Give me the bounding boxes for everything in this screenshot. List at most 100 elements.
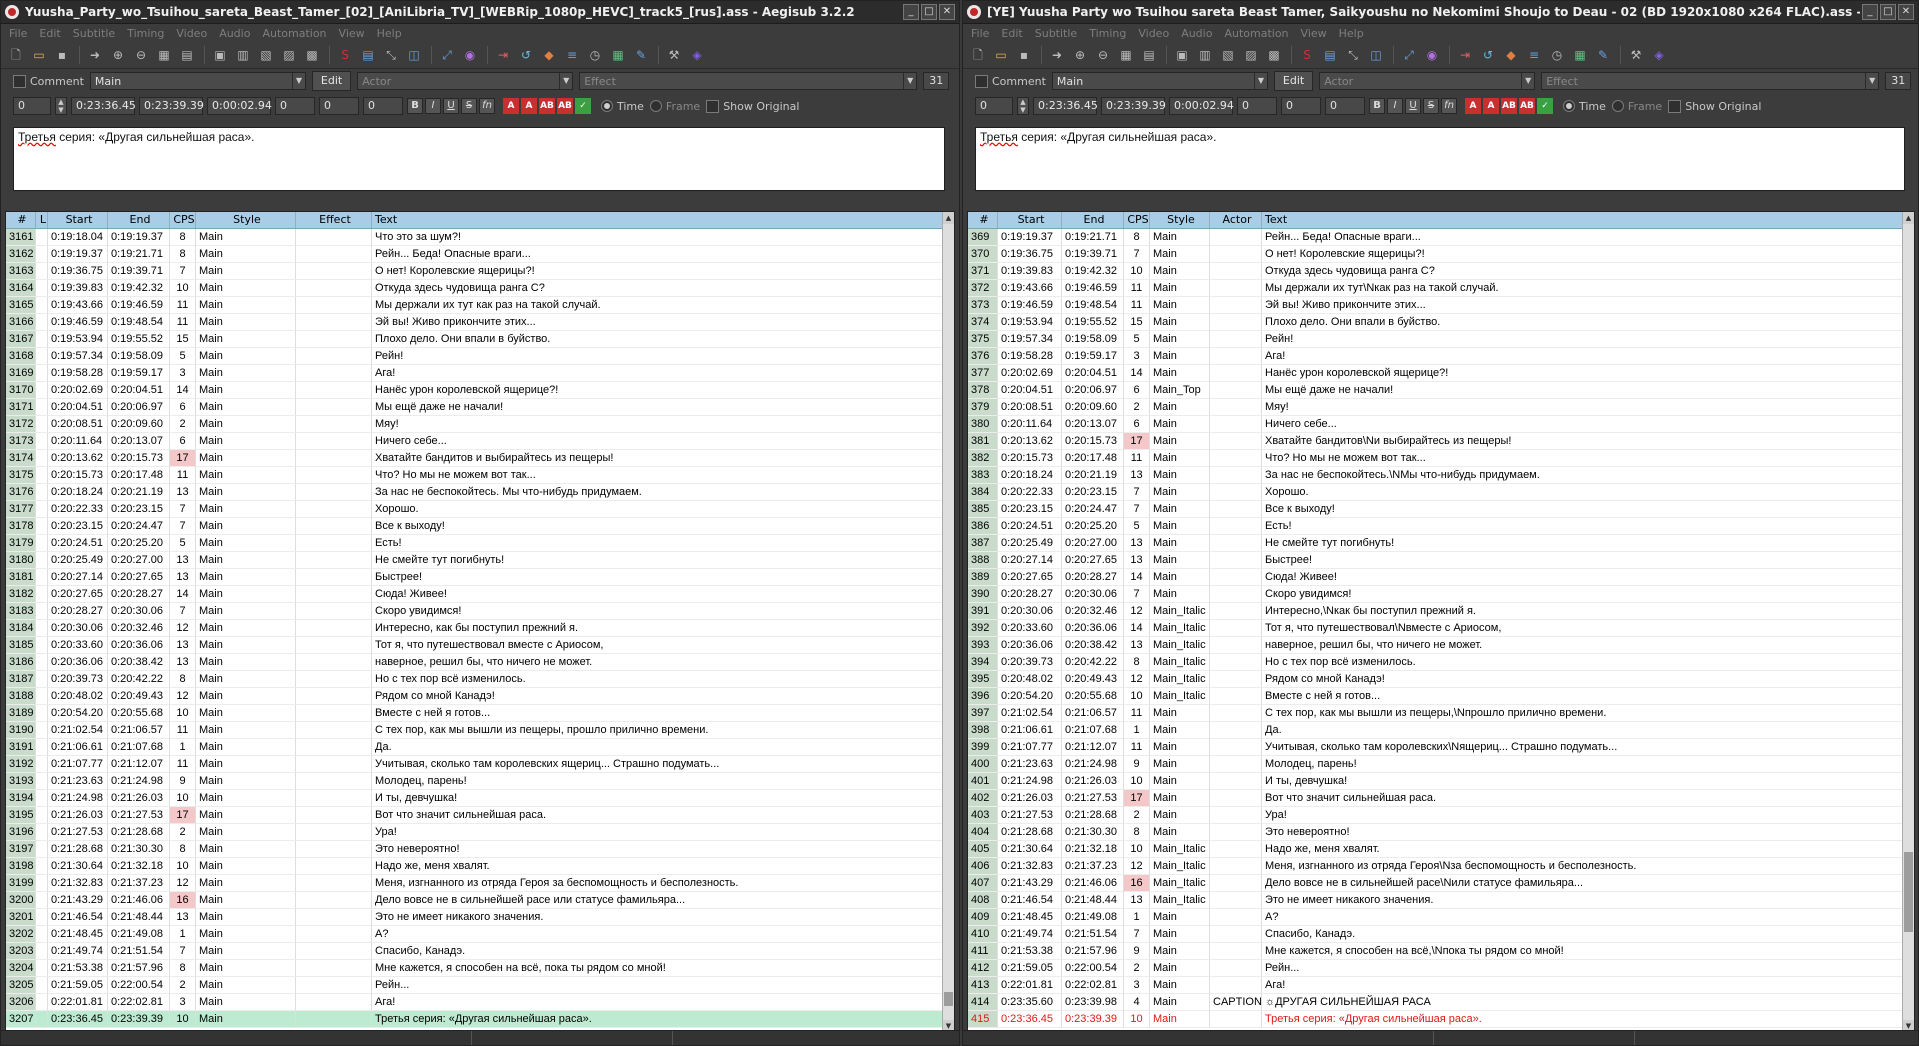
- table-row[interactable]: 390 0:20:28.27 0:20:30.06 7 Main Скоро увидим…: [968, 586, 1914, 603]
- fonts-icon[interactable]: ▩: [303, 46, 321, 64]
- menu-view[interactable]: View: [339, 27, 365, 40]
- find-icon[interactable]: ▤: [359, 46, 377, 64]
- column-header[interactable]: Effect: [296, 212, 372, 228]
- table-row[interactable]: 3205 0:21:59.05 0:22:00.54 2 Main Рейн...: [6, 977, 954, 994]
- layer-field[interactable]: 0: [975, 97, 1013, 115]
- italic-button[interactable]: I: [1387, 98, 1403, 114]
- jump-icon[interactable]: ➜: [1048, 46, 1066, 64]
- table-row[interactable]: 414 0:23:35.60 0:23:39.98 4 Main CAPTION ☼ДРУГ…: [968, 994, 1914, 1011]
- fonts-icon[interactable]: ▩: [1265, 46, 1283, 64]
- menu-file[interactable]: File: [9, 27, 27, 40]
- menu-subtitle[interactable]: Subtitle: [1035, 27, 1077, 40]
- primary-color-button[interactable]: A: [503, 98, 519, 114]
- table-row[interactable]: 396 0:20:54.20 0:20:55.68 10 Main_Italic Вмес…: [968, 688, 1914, 705]
- table-row[interactable]: 403 0:21:27.53 0:21:28.68 2 Main Ура!: [968, 807, 1914, 824]
- table-row[interactable]: 372 0:19:43.66 0:19:46.59 11 Main Мы держали …: [968, 280, 1914, 297]
- effect-combo[interactable]: Effect ▼: [1541, 72, 1880, 90]
- table-row[interactable]: 388 0:20:27.14 0:20:27.65 13 Main Быстрее!: [968, 552, 1914, 569]
- subtitle-text-editor[interactable]: Третья серия: «Другая сильнейшая раса».: [975, 127, 1905, 191]
- table-row[interactable]: 3188 0:20:48.02 0:20:49.43 12 Main Рядом со м…: [6, 688, 954, 705]
- replace-icon[interactable]: ⤡: [382, 46, 400, 64]
- macro-icon[interactable]: ◈: [688, 46, 706, 64]
- margin-left-field[interactable]: 0: [1237, 97, 1277, 115]
- table-row[interactable]: 400 0:21:23.63 0:21:24.98 9 Main Молодец, пар…: [968, 756, 1914, 773]
- properties-icon[interactable]: ▦: [155, 46, 173, 64]
- table-row[interactable]: 411 0:21:53.38 0:21:57.96 9 Main Мне кажется,…: [968, 943, 1914, 960]
- table-row[interactable]: 398 0:21:06.61 0:21:07.68 1 Main Да.: [968, 722, 1914, 739]
- resample-icon[interactable]: ⤢: [1400, 46, 1418, 64]
- find-icon[interactable]: ▤: [1321, 46, 1339, 64]
- audio-icon[interactable]: ▤: [1140, 46, 1158, 64]
- table-row[interactable]: 375 0:19:57.34 0:19:58.09 5 Main Рейн!: [968, 331, 1914, 348]
- zoom-out-icon[interactable]: ⊖: [132, 46, 150, 64]
- margin-right-field[interactable]: 0: [319, 97, 359, 115]
- layer-spinner[interactable]: ▲ ▼: [1017, 97, 1029, 115]
- table-row[interactable]: 408 0:21:46.54 0:21:48.44 13 Main_Italic Это …: [968, 892, 1914, 909]
- outline-color-button[interactable]: AB: [1501, 98, 1517, 114]
- shift-icon[interactable]: ⇥: [1456, 46, 1474, 64]
- shadow-color-button[interactable]: AB: [557, 98, 573, 114]
- table-row[interactable]: 412 0:21:59.05 0:22:00.54 2 Main Рейн...: [968, 960, 1914, 977]
- scroll-up-icon[interactable]: ▲: [1903, 212, 1914, 224]
- clock-icon[interactable]: ◷: [586, 46, 604, 64]
- maximize-button[interactable]: □: [1880, 4, 1896, 20]
- style-combo[interactable]: Main ▼: [1051, 72, 1268, 90]
- end-time-field[interactable]: 0:23:39.39: [1101, 97, 1166, 115]
- lua-icon[interactable]: ⚒: [1627, 46, 1645, 64]
- table-row[interactable]: 3198 0:21:30.64 0:21:32.18 10 Main Надо же, м…: [6, 858, 954, 875]
- menu-audio[interactable]: Audio: [1181, 27, 1212, 40]
- table-row[interactable]: 405 0:21:30.64 0:21:32.18 10 Main_Italic Надо…: [968, 841, 1914, 858]
- translate-icon[interactable]: ◫: [405, 46, 423, 64]
- column-header[interactable]: #: [968, 212, 998, 228]
- menu-subtitle[interactable]: Subtitle: [73, 27, 115, 40]
- table-row[interactable]: 3169 0:19:58.28 0:19:59.17 3 Main Ага!: [6, 365, 954, 382]
- shadow-color-button[interactable]: AB: [1519, 98, 1535, 114]
- table-row[interactable]: 3183 0:20:28.27 0:20:30.06 7 Main Скоро увиди…: [6, 603, 954, 620]
- table-row[interactable]: 3165 0:19:43.66 0:19:46.59 11 Main Мы держали…: [6, 297, 954, 314]
- zoom-in-icon[interactable]: ⊕: [109, 46, 127, 64]
- table-row[interactable]: 409 0:21:48.45 0:21:49.08 1 Main А?: [968, 909, 1914, 926]
- table-row[interactable]: 3171 0:20:04.51 0:20:06.97 6 Main Мы ещё даже…: [6, 399, 954, 416]
- column-header[interactable]: Start: [998, 212, 1062, 228]
- table-row[interactable]: 413 0:22:01.81 0:22:02.81 3 Main Ага!: [968, 977, 1914, 994]
- title-bar[interactable]: Yuusha_Party_wo_Tsuihou_sareta_Beast_Tam…: [1, 1, 959, 24]
- table-row[interactable]: 371 0:19:39.83 0:19:42.32 10 Main Откуда здес…: [968, 263, 1914, 280]
- table-row[interactable]: 3170 0:20:02.69 0:20:04.51 14 Main Нанёс урон…: [6, 382, 954, 399]
- table-row[interactable]: 3207 0:23:36.45 0:23:39.39 10 Main Третья сер…: [6, 1011, 954, 1028]
- menu-automation[interactable]: Automation: [262, 27, 326, 40]
- close-button[interactable]: ✕: [1898, 4, 1914, 20]
- attachments-icon[interactable]: ▨: [280, 46, 298, 64]
- frame-radio[interactable]: [1611, 100, 1624, 112]
- column-header[interactable]: L: [36, 212, 48, 228]
- table-row[interactable]: 3185 0:20:33.60 0:20:36.06 13 Main Тот я, что…: [6, 637, 954, 654]
- show-original-checkbox[interactable]: [706, 99, 720, 113]
- scroll-thumb[interactable]: [944, 992, 953, 1006]
- new-icon[interactable]: 🗋: [7, 46, 25, 64]
- save-icon[interactable]: ▪: [53, 46, 71, 64]
- strikeout-button[interactable]: S: [461, 98, 477, 114]
- table-row[interactable]: 3184 0:20:30.06 0:20:32.46 12 Main Интересно,…: [6, 620, 954, 637]
- column-header[interactable]: Style: [1150, 212, 1210, 228]
- options-icon[interactable]: ≡: [563, 46, 581, 64]
- menu-audio[interactable]: Audio: [219, 27, 250, 40]
- menu-timing[interactable]: Timing: [127, 27, 164, 40]
- column-header[interactable]: CPS: [170, 212, 196, 228]
- column-header[interactable]: Style: [196, 212, 296, 228]
- table-row[interactable]: 381 0:20:13.62 0:20:15.73 17 Main Хватайте ба…: [968, 433, 1914, 450]
- spell-icon[interactable]: S: [336, 46, 354, 64]
- layer-field[interactable]: 0: [13, 97, 51, 115]
- table-row[interactable]: 3202 0:21:48.45 0:21:49.08 1 Main А?: [6, 926, 954, 943]
- frame-radio[interactable]: [649, 100, 662, 112]
- table-row[interactable]: 3181 0:20:27.14 0:20:27.65 13 Main Быстрее!: [6, 569, 954, 586]
- column-header[interactable]: CPS: [1124, 212, 1150, 228]
- bold-button[interactable]: B: [407, 98, 423, 114]
- column-header[interactable]: Start: [48, 212, 108, 228]
- show-original-checkbox[interactable]: [1668, 99, 1682, 113]
- table-row[interactable]: 369 0:19:19.37 0:19:21.71 8 Main Рейн... Беда…: [968, 229, 1914, 246]
- column-header[interactable]: End: [1062, 212, 1124, 228]
- audio-icon[interactable]: ▤: [178, 46, 196, 64]
- table-row[interactable]: 3173 0:20:11.64 0:20:13.07 6 Main Ничего себе…: [6, 433, 954, 450]
- table-row[interactable]: 3204 0:21:53.38 0:21:57.96 8 Main Мне кажется…: [6, 960, 954, 977]
- scroll-up-icon[interactable]: ▲: [943, 212, 954, 224]
- edit-style-button[interactable]: Edit: [311, 71, 352, 91]
